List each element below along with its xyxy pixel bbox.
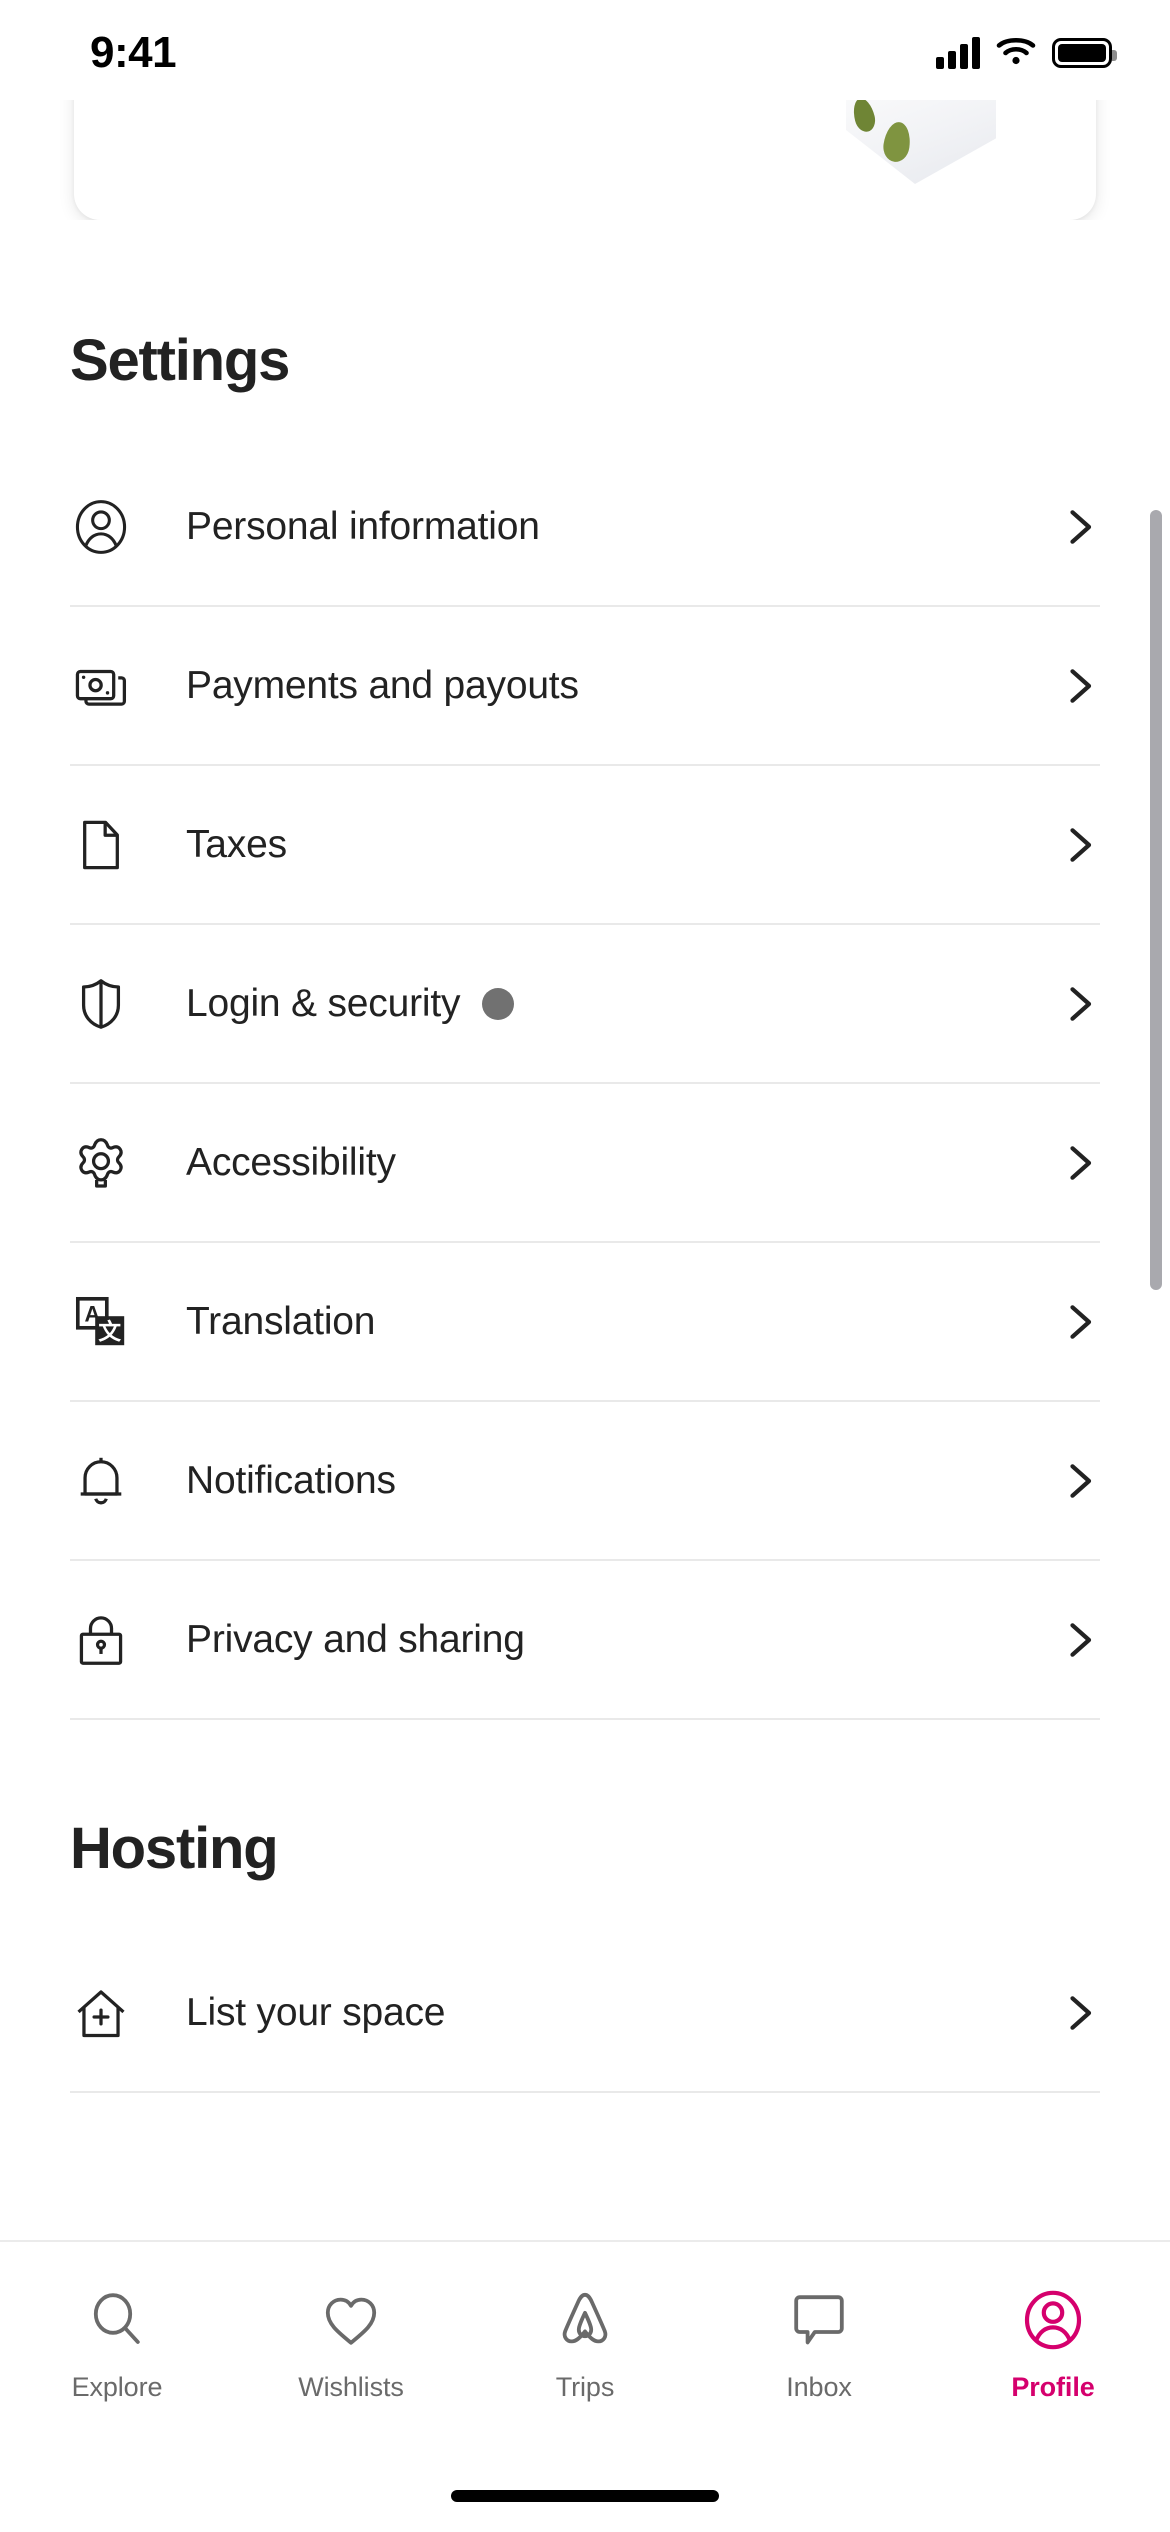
status-badge <box>482 987 515 1020</box>
lock-icon <box>70 1609 132 1671</box>
chevron-right-icon <box>1056 1991 1100 2035</box>
chevron-right-icon <box>1056 982 1100 1026</box>
settings-section-title: Settings <box>70 328 290 393</box>
settings-row-translation[interactable]: A 文 Translation <box>70 1243 1100 1402</box>
settings-row-personal-information[interactable]: Personal information <box>70 448 1100 607</box>
vertical-scrollbar[interactable] <box>1150 510 1162 1290</box>
banknote-icon <box>70 655 132 717</box>
settings-scroll-content[interactable]: Settings Personal information Payments a… <box>0 220 1170 2240</box>
settings-row-label: Personal information <box>186 504 540 548</box>
settings-row-login-and-security[interactable]: Login & security <box>70 925 1100 1084</box>
settings-row-label: Payments and payouts <box>186 663 579 707</box>
chevron-right-icon <box>1056 1300 1100 1344</box>
listing-card-partial[interactable] <box>74 100 1096 220</box>
settings-row-label: Privacy and sharing <box>186 1617 525 1661</box>
home-indicator <box>451 2490 719 2502</box>
status-bar-time: 9:41 <box>90 28 177 77</box>
hosting-list: List your space <box>0 1934 1170 2093</box>
house-plus-icon <box>70 1982 132 2044</box>
person-circle-icon <box>70 496 132 558</box>
hosting-row-list-your-space[interactable]: List your space <box>70 1934 1100 2093</box>
gear-icon <box>70 1132 132 1194</box>
tab-label: Trips <box>555 2372 615 2402</box>
chevron-right-icon <box>1056 1459 1100 1503</box>
tab-trips[interactable]: Trips <box>468 2242 702 2403</box>
settings-row-label: Translation <box>186 1299 376 1343</box>
battery-icon <box>1052 38 1117 68</box>
tab-profile[interactable]: Profile <box>936 2242 1170 2403</box>
settings-row-notifications[interactable]: Notifications <box>70 1402 1100 1561</box>
status-bar-indicators <box>936 36 1117 71</box>
scrolled-card-region <box>0 100 1170 220</box>
tab-wishlists[interactable]: Wishlists <box>234 2242 468 2403</box>
chevron-right-icon <box>1056 1618 1100 1662</box>
tab-label: Explore <box>71 2372 163 2402</box>
svg-text:文: 文 <box>98 1318 121 1344</box>
status-bar: 9:41 <box>0 0 1170 100</box>
settings-row-label: Taxes <box>186 822 287 866</box>
bottom-tab-bar: Explore Wishlists Trips Inbox Profile <box>0 2240 1170 2532</box>
settings-row-label: Accessibility <box>186 1140 396 1184</box>
airbnb-belo-icon <box>553 2284 617 2356</box>
hosting-row-label: List your space <box>186 1990 446 2034</box>
listing-photo <box>816 100 996 184</box>
settings-row-privacy-and-sharing[interactable]: Privacy and sharing <box>70 1561 1100 1720</box>
hosting-section-title: Hosting <box>70 1816 279 1881</box>
tab-label: Inbox <box>786 2372 852 2402</box>
translate-icon: A 文 <box>70 1291 132 1353</box>
search-icon <box>85 2284 149 2356</box>
settings-list: Personal information Payments and payout… <box>0 448 1170 1720</box>
chevron-right-icon <box>1056 505 1100 549</box>
cellular-signal-icon <box>936 37 980 69</box>
settings-row-label: Login & security <box>186 981 461 1025</box>
chevron-right-icon <box>1056 1141 1100 1185</box>
tab-label: Profile <box>1011 2372 1095 2402</box>
chevron-right-icon <box>1056 823 1100 867</box>
document-icon <box>70 814 132 876</box>
person-circle-icon <box>1021 2284 1085 2356</box>
heart-icon <box>319 2284 383 2356</box>
tab-inbox[interactable]: Inbox <box>702 2242 936 2403</box>
bell-icon <box>70 1450 132 1512</box>
wifi-icon <box>996 36 1036 71</box>
shield-icon <box>70 973 132 1035</box>
settings-row-payments-and-payouts[interactable]: Payments and payouts <box>70 607 1100 766</box>
chevron-right-icon <box>1056 664 1100 708</box>
tab-label: Wishlists <box>298 2372 404 2402</box>
settings-row-taxes[interactable]: Taxes <box>70 766 1100 925</box>
settings-row-label: Notifications <box>186 1458 396 1502</box>
message-icon <box>787 2284 851 2356</box>
tab-explore[interactable]: Explore <box>0 2242 234 2403</box>
settings-row-accessibility[interactable]: Accessibility <box>70 1084 1100 1243</box>
